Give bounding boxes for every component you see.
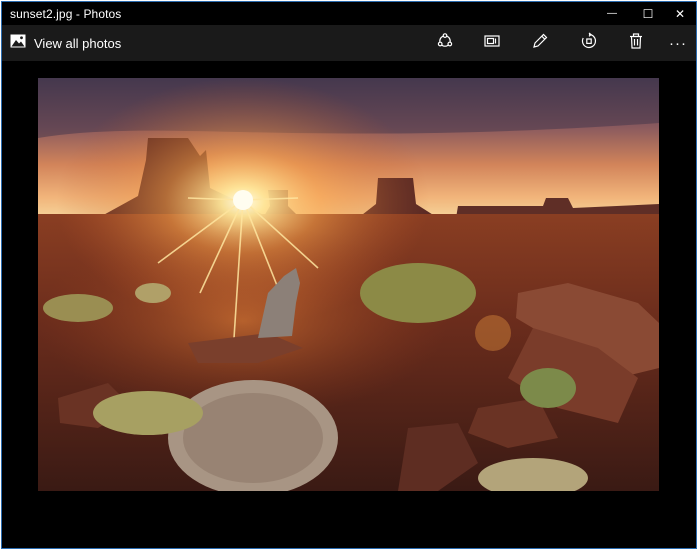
photo-image[interactable] <box>38 78 659 491</box>
minimize-icon: — <box>607 8 617 19</box>
sunset-desert-photo <box>38 78 659 491</box>
photos-app-window: sunset2.jpg - Photos — ☐ ✕ View all phot… <box>1 1 697 549</box>
maximize-button[interactable]: ☐ <box>630 2 666 25</box>
slideshow-button[interactable] <box>477 31 507 55</box>
trash-icon <box>627 32 645 55</box>
slideshow-icon <box>483 32 501 55</box>
photo-canvas <box>2 61 696 548</box>
rotate-icon <box>580 32 598 55</box>
title-bar: sunset2.jpg - Photos — ☐ ✕ <box>2 2 696 25</box>
more-icon: ··· <box>669 34 687 52</box>
view-all-photos-label: View all photos <box>34 35 122 51</box>
close-icon: ✕ <box>674 6 686 21</box>
view-all-photos-button[interactable]: View all photos <box>10 33 121 53</box>
minimize-button[interactable]: — <box>594 2 630 25</box>
share-icon <box>436 32 454 55</box>
more-options-button[interactable]: ··· <box>664 31 692 55</box>
toolbar: View all photos ··· <box>2 25 696 61</box>
delete-button[interactable] <box>621 31 651 55</box>
rotate-button[interactable] <box>574 31 604 55</box>
maximize-icon: ☐ <box>642 6 654 21</box>
edit-button[interactable] <box>525 31 555 55</box>
close-button[interactable]: ✕ <box>662 2 696 25</box>
window-title: sunset2.jpg - Photos <box>10 7 122 21</box>
gallery-icon <box>10 34 26 53</box>
pencil-icon <box>531 32 549 55</box>
share-button[interactable] <box>430 31 460 55</box>
